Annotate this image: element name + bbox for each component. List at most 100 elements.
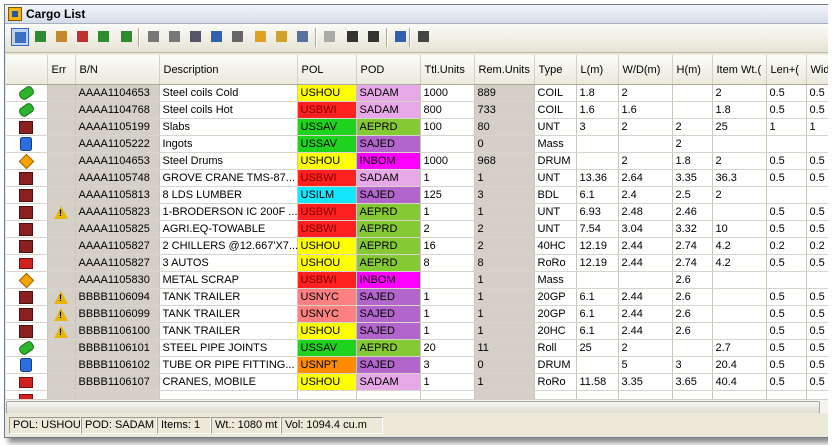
- cell-h[interactable]: 1.8: [672, 152, 713, 170]
- cell-len[interactable]: 0.5: [766, 84, 807, 102]
- cell-bn[interactable]: BBBB1106102: [75, 356, 160, 374]
- cell-type[interactable]: 20GP: [534, 288, 577, 306]
- cell-ttl[interactable]: 1000: [420, 84, 475, 102]
- cell-w[interactable]: 1.6: [618, 101, 673, 119]
- page-button[interactable]: [344, 28, 362, 46]
- cell-pol[interactable]: USBWI: [297, 101, 357, 119]
- cell-rem[interactable]: 1: [474, 271, 535, 289]
- col-header[interactable]: POD: [356, 55, 421, 85]
- cell-desc[interactable]: AGRI.EQ-TOWABLE: [159, 220, 298, 238]
- cell-wt[interactable]: 25: [712, 118, 767, 136]
- cell-type[interactable]: UNT: [534, 118, 577, 136]
- cell-type[interactable]: COIL: [534, 84, 577, 102]
- filter-button[interactable]: [229, 28, 247, 46]
- col-header[interactable]: Len+(: [766, 55, 807, 85]
- table-row[interactable]: BBBB1106101 STEEL PIPE JOINTS USSAV AEPRD 20…: [6, 339, 828, 357]
- cell-pod[interactable]: AEPRD: [356, 339, 421, 357]
- cell-h[interactable]: [672, 101, 713, 119]
- move-button[interactable]: [95, 28, 113, 46]
- cell-pol[interactable]: USNYC: [297, 288, 357, 306]
- table-row[interactable]: AAAA1105827 2 CHILLERS @12.667'X7... USHOU…: [6, 237, 828, 255]
- sort-az-button[interactable]: [208, 28, 226, 46]
- cell-l[interactable]: 13.36: [576, 169, 619, 187]
- pages-button[interactable]: [365, 28, 383, 46]
- cell-len[interactable]: 0.5: [766, 305, 807, 323]
- cell-wt[interactable]: [712, 203, 767, 221]
- cell-w[interactable]: 2.48: [618, 203, 673, 221]
- cell-l[interactable]: 3: [576, 118, 619, 136]
- cell-pod[interactable]: SAJED: [356, 322, 421, 340]
- filter-disabled-button[interactable]: [321, 28, 339, 46]
- cell-desc[interactable]: TANK TRAILER: [159, 288, 298, 306]
- cell-rem[interactable]: [474, 390, 535, 399]
- cell-rem[interactable]: 1: [474, 373, 535, 391]
- cell-bn[interactable]: AAAA1105222: [75, 135, 160, 153]
- cell-l[interactable]: 6.1: [576, 186, 619, 204]
- cell-wt[interactable]: 2: [712, 186, 767, 204]
- cell-pol[interactable]: USSAV: [297, 135, 357, 153]
- cell-type[interactable]: RoRo: [534, 254, 577, 272]
- cell-bn[interactable]: AAAA1104653: [75, 152, 160, 170]
- cell-desc[interactable]: Steel Drums: [159, 152, 298, 170]
- cell-wt[interactable]: [712, 271, 767, 289]
- cell-wt[interactable]: 2: [712, 84, 767, 102]
- cell-bn[interactable]: AAAA1105827: [75, 237, 160, 255]
- cell-h[interactable]: 3.32: [672, 220, 713, 238]
- cell-len[interactable]: [766, 186, 807, 204]
- cell-type[interactable]: Roll: [534, 339, 577, 357]
- table-row[interactable]: BBBB1106107 CRANES, MOBILE USHOU SADAM 1 1 RoR…: [6, 373, 828, 391]
- cell-pod[interactable]: SADAM: [356, 169, 421, 187]
- cell-bn[interactable]: AAAA1104653: [75, 84, 160, 102]
- cell-wid[interactable]: 0.5: [806, 203, 828, 221]
- sort-button[interactable]: [187, 28, 205, 46]
- cell-l[interactable]: 7.54: [576, 220, 619, 238]
- cell-h[interactable]: 2.46: [672, 203, 713, 221]
- collapse-button[interactable]: [145, 28, 163, 46]
- cell-bn[interactable]: BBBB1106094: [75, 288, 160, 306]
- cell-h[interactable]: 2: [672, 135, 713, 153]
- cell-pol[interactable]: USBWI: [297, 169, 357, 187]
- cell-l[interactable]: 1.8: [576, 84, 619, 102]
- cell-wt[interactable]: [712, 135, 767, 153]
- cell-wid[interactable]: 0.5: [806, 373, 828, 391]
- cell-pol[interactable]: USSAV: [297, 339, 357, 357]
- cell-wid[interactable]: 0.5: [806, 305, 828, 323]
- cell-desc[interactable]: METAL SCRAP: [159, 271, 298, 289]
- cell-type[interactable]: BDL: [534, 186, 577, 204]
- table-row[interactable]: AAAA1104653 Steel Drums USHOU INBOM 1000 968 D…: [6, 152, 828, 170]
- cell-w[interactable]: 2.44: [618, 288, 673, 306]
- table-row[interactable]: AAAA1105748 GROVE CRANE TMS-87... USBWI SAD…: [6, 169, 828, 187]
- cell-pol[interactable]: [297, 390, 357, 399]
- cell-pod[interactable]: SAJED: [356, 135, 421, 153]
- cell-h[interactable]: 2.6: [672, 271, 713, 289]
- cell-len[interactable]: 0.5: [766, 254, 807, 272]
- cell-desc[interactable]: TUBE OR PIPE FITTING...: [159, 356, 298, 374]
- cell-wid[interactable]: 1: [806, 118, 828, 136]
- cell-w[interactable]: 2.4: [618, 186, 673, 204]
- col-header[interactable]: W/D(m): [618, 55, 673, 85]
- cell-rem[interactable]: 1: [474, 305, 535, 323]
- cell-bn[interactable]: BBBB1106099: [75, 305, 160, 323]
- table-row[interactable]: AAAA1104653 Steel coils Cold USHOU SADAM 100…: [6, 84, 828, 102]
- cell-bn[interactable]: AAAA1105748: [75, 169, 160, 187]
- cell-bn[interactable]: BBBB1106107: [75, 373, 160, 391]
- cell-wid[interactable]: 0.5: [806, 339, 828, 357]
- cell-type[interactable]: 20HC: [534, 322, 577, 340]
- cell-h[interactable]: [672, 84, 713, 102]
- cell-rem[interactable]: 733: [474, 101, 535, 119]
- cell-pod[interactable]: AEPRD: [356, 118, 421, 136]
- cell-pod[interactable]: AEPRD: [356, 237, 421, 255]
- table-row[interactable]: AAAA1105222 Ingots USSAV SAJED 0 Mass 2: [6, 135, 828, 153]
- select-button[interactable]: [11, 28, 29, 46]
- cell-type[interactable]: COIL: [534, 101, 577, 119]
- cell-w[interactable]: 2: [618, 118, 673, 136]
- cell-type[interactable]: Mass: [534, 271, 577, 289]
- cell-rem[interactable]: 3: [474, 186, 535, 204]
- cell-h[interactable]: [672, 390, 713, 399]
- cell-pod[interactable]: SAJED: [356, 186, 421, 204]
- cell-w[interactable]: 3.04: [618, 220, 673, 238]
- cell-rem[interactable]: 80: [474, 118, 535, 136]
- cell-wid[interactable]: [806, 271, 828, 289]
- cell-ttl[interactable]: 1: [420, 373, 475, 391]
- col-header[interactable]: Ttl.Units: [420, 55, 475, 85]
